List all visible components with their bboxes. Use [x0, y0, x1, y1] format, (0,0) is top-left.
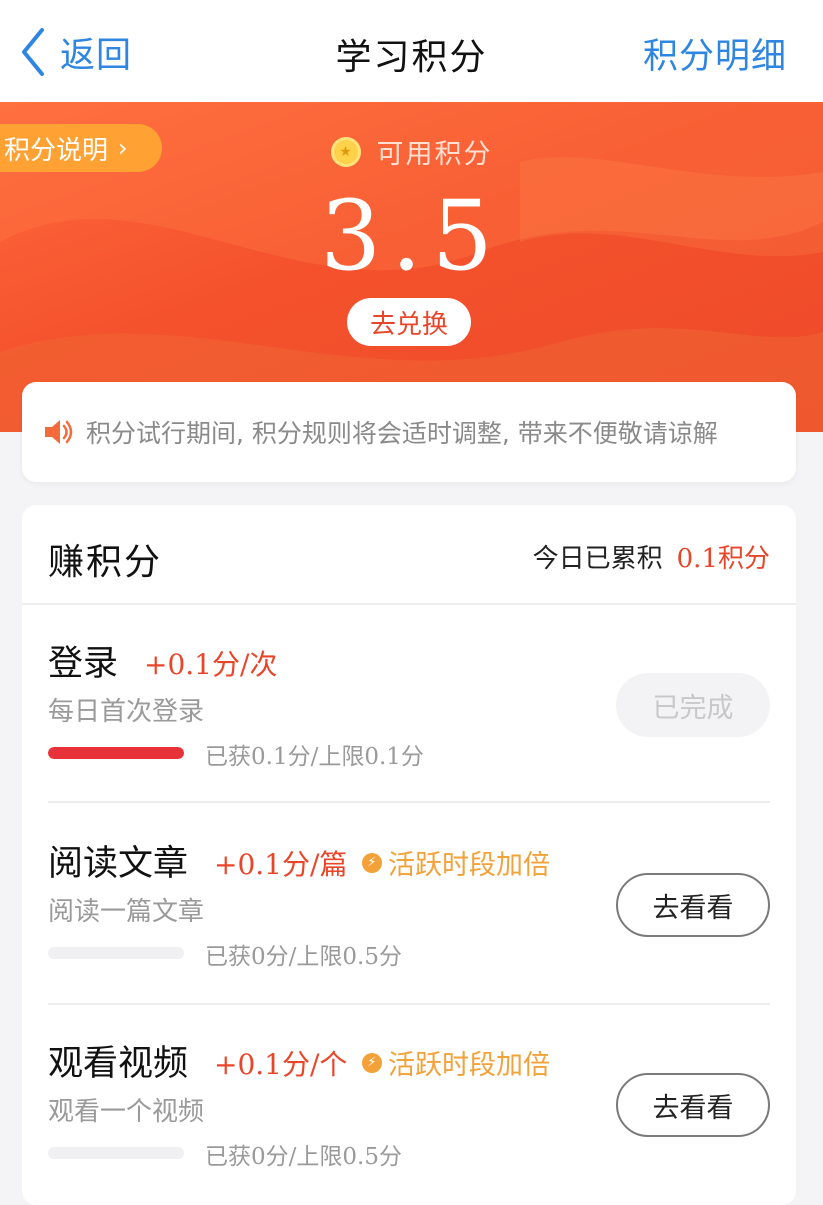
today-accumulated-label: 今日已累积: [532, 544, 663, 574]
available-points-value: 3.5: [320, 180, 503, 292]
task-bonus-badge: ⚡ 活跃时段加倍: [362, 843, 550, 882]
task-points: +0.1分/个: [214, 1048, 348, 1081]
task-item-login: 登录 +0.1分/次 每日首次登录 已获0.1分/上限0.1分 已完成: [48, 625, 770, 775]
task-name: 登录: [48, 644, 119, 684]
coin-icon: ★: [330, 136, 361, 167]
today-accumulated-value: 0.1积分: [676, 544, 770, 574]
go-read-button[interactable]: 去看看: [616, 873, 770, 937]
task-progress-bar: [48, 747, 184, 759]
task-item-watch-video: 观看视频 +0.1分/个 ⚡ 活跃时段加倍 观看一个视频 已获0分/上限0.5分…: [48, 1025, 770, 1175]
go-watch-button[interactable]: 去看看: [616, 1073, 770, 1137]
earn-points-title: 赚积分: [48, 542, 163, 583]
available-points-header: ★ 可用积分: [0, 132, 823, 171]
task-bonus-badge: ⚡ 活跃时段加倍: [362, 1043, 550, 1082]
today-accumulated: 今日已累积 0.1积分: [533, 538, 770, 575]
task-progress-bar: [48, 947, 184, 959]
task-bonus-label: 活跃时段加倍: [388, 1050, 550, 1081]
task-bonus-label: 活跃时段加倍: [388, 850, 550, 881]
task-progress-text: 已获0分/上限0.5分: [205, 944, 402, 970]
task-description: 阅读一篇文章: [48, 897, 205, 927]
task-points: +0.1分/次: [144, 648, 278, 681]
available-points-label: 可用积分: [376, 139, 493, 170]
task-name: 观看视频: [48, 1044, 189, 1084]
points-detail-link[interactable]: 积分明细: [643, 28, 787, 79]
notice-text: 积分试行期间, 积分规则将会适时调整, 带来不便敬请谅解: [86, 419, 718, 448]
earn-points-header: 赚积分 今日已累积 0.1积分: [22, 505, 796, 605]
task-progress-fill: [48, 747, 184, 759]
task-description: 每日首次登录: [48, 697, 205, 727]
speaker-icon: [45, 420, 73, 444]
lightning-icon: ⚡: [362, 852, 382, 873]
task-divider: [48, 801, 770, 803]
task-completed-button[interactable]: 已完成: [616, 673, 770, 737]
task-divider: [48, 1003, 770, 1005]
task-progress-text: 已获0.1分/上限0.1分: [205, 744, 424, 770]
top-nav-bar: 返回 学习积分 积分明细: [0, 0, 823, 102]
notice-card: 积分试行期间, 积分规则将会适时调整, 带来不便敬请谅解: [22, 382, 796, 482]
task-progress-text: 已获0分/上限0.5分: [205, 1144, 402, 1170]
redeem-button[interactable]: 去兑换: [347, 298, 471, 346]
task-item-read-article: 阅读文章 +0.1分/篇 ⚡ 活跃时段加倍 阅读一篇文章 已获0分/上限0.5分…: [48, 825, 770, 975]
task-points: +0.1分/篇: [214, 848, 348, 881]
earn-points-card: 赚积分 今日已累积 0.1积分 登录 +0.1分/次 每日首次登录 已获0.1分/…: [22, 505, 796, 1205]
task-name: 阅读文章: [48, 844, 189, 884]
task-description: 观看一个视频: [48, 1097, 205, 1127]
lightning-icon: ⚡: [362, 1052, 382, 1073]
task-progress-bar: [48, 1147, 184, 1159]
